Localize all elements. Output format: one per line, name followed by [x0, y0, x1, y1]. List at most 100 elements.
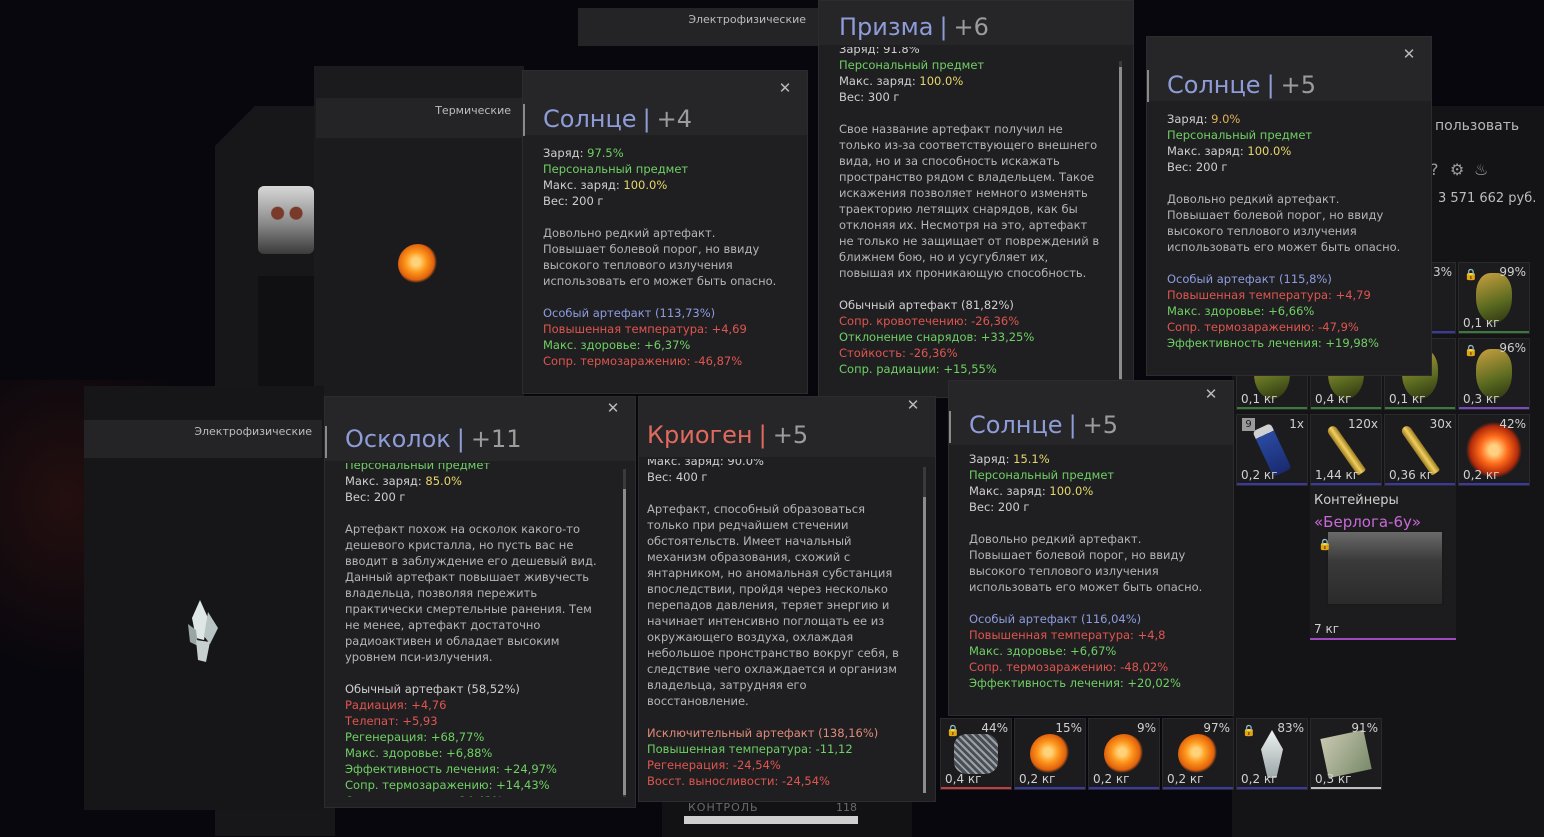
- inventory-cell[interactable]: 🔒 44% 0,4 кг: [940, 718, 1012, 790]
- item-durability: 96%: [1499, 341, 1526, 355]
- inventory-cell[interactable]: 🔒 96% 0,3 кг: [1458, 338, 1530, 410]
- character-avatar: [258, 186, 314, 254]
- close-icon[interactable]: ✕: [1401, 46, 1417, 62]
- stat-line: Эффективность лечения: +19,98%: [1167, 336, 1379, 350]
- stats-list: Повышенная температура: +4,79 Макс. здоро…: [1167, 287, 1409, 351]
- tooltip-body: Заряд: 15.1% Персональный предмет Макс. …: [969, 451, 1211, 707]
- charge-value: 97.5%: [587, 146, 624, 160]
- stat-line: Повышенная температура: +4,79: [1167, 288, 1371, 302]
- stat-line: Макс. здоровье: +6,88%: [345, 746, 493, 760]
- inventory-cell[interactable]: 30x 0,36 кг: [1384, 414, 1456, 486]
- stat-line: Макс. здоровье: +6,67%: [969, 644, 1117, 658]
- scrollbar[interactable]: [1119, 61, 1122, 385]
- scrollbar[interactable]: [923, 467, 926, 793]
- stat-line: Сопр. термозаражению: +14,43%: [345, 778, 550, 792]
- scrollbar-thumb[interactable]: [623, 489, 626, 795]
- inventory-cell[interactable]: 120x 1,44 кг: [1310, 414, 1382, 486]
- category-label: Электрофизические: [194, 425, 312, 438]
- sun-artifact-icon: [1030, 734, 1070, 774]
- scrollbar-thumb[interactable]: [923, 497, 926, 793]
- personal-item: Персональный предмет: [543, 162, 689, 176]
- rarity-underline: [1385, 407, 1455, 409]
- rarity-underline: [1311, 787, 1381, 789]
- max-charge-value: 100.0%: [623, 178, 668, 192]
- personal-item: Персональный предмет: [839, 58, 985, 72]
- item-durability: 91%: [1351, 721, 1378, 735]
- item-level: +5: [1082, 411, 1119, 439]
- inventory-cell[interactable]: 42% 0,2 кг: [1458, 414, 1530, 486]
- item-durability: 99%: [1499, 265, 1526, 279]
- scrollbar[interactable]: [623, 469, 626, 797]
- item-weight: 0,2 кг: [1463, 468, 1500, 482]
- rarity-underline: [1459, 483, 1529, 485]
- item-durability: 1x: [1289, 417, 1304, 431]
- rarity-underline: [1163, 787, 1233, 789]
- stat-line: Сопр. термозаражению: -46,87%: [543, 354, 743, 368]
- tooltip-shard: ✕ Осколок | +11 Персональный предмет Макс.…: [324, 396, 636, 808]
- weight: Вес: 200 г: [969, 500, 1030, 514]
- description: Свое название артефакт получил не только…: [839, 122, 1100, 280]
- inventory-cell[interactable]: 15% 0,2 кг: [1014, 718, 1086, 790]
- item-durability: 9%: [1136, 721, 1156, 735]
- max-charge-value: 85.0%: [425, 474, 462, 488]
- item-level: +4: [656, 105, 693, 133]
- item-title: Призма | +6: [839, 13, 989, 41]
- tooltip-body: Заряд: 97.5% Персональный предмет Макс. …: [543, 145, 785, 385]
- inventory-cell[interactable]: 97% 0,2 кг: [1162, 718, 1234, 790]
- rarity-underline: [1237, 483, 1307, 485]
- close-icon[interactable]: ✕: [905, 397, 921, 413]
- inventory-cell[interactable]: 🔒 99% 0,1 кг: [1458, 262, 1530, 334]
- item-durability: 120x: [1347, 417, 1378, 431]
- item-name: Криоген: [647, 421, 753, 449]
- item-weight: 0,4 кг: [1315, 392, 1352, 406]
- lock-icon: 🔒: [1242, 724, 1256, 737]
- item-name: Призма: [839, 13, 934, 41]
- charge: Заряд: 15.1%: [969, 451, 1211, 467]
- max-charge: Макс. заряд: 100.0%: [1167, 143, 1409, 159]
- item-durability: 3%: [1432, 265, 1452, 279]
- close-icon[interactable]: ✕: [1203, 386, 1219, 402]
- item-level: +11: [470, 425, 522, 453]
- chest-icon: [1326, 530, 1444, 606]
- lock-icon: 🔒: [1464, 268, 1478, 281]
- stat-line: Макс. здоровье: +6,37%: [543, 338, 691, 352]
- sun-artifact-icon: [1104, 734, 1144, 774]
- tooltip-body: Заряд: 91.8% Персональный предмет Макс. …: [839, 47, 1111, 387]
- sun-artifact-icon: [1178, 734, 1218, 774]
- inventory-cell[interactable]: 9 1x 0,2 кг: [1236, 414, 1308, 486]
- rarity: Обычный артефакт (58,52%): [345, 682, 520, 696]
- rarity-underline: [1311, 407, 1381, 409]
- containers-title: Контейнеры: [1314, 493, 1399, 508]
- rarity-underline: [1089, 787, 1159, 789]
- item-durability: 97%: [1203, 721, 1230, 735]
- close-icon[interactable]: ✕: [605, 400, 621, 416]
- rarity-underline: [1311, 483, 1381, 485]
- item-durability: 30x: [1429, 417, 1452, 431]
- gear-icon[interactable]: ⚙: [1450, 160, 1466, 179]
- item-weight: 0,1 кг: [1389, 392, 1426, 406]
- net-artifact-icon: [954, 734, 998, 774]
- item-weight: 0,3 кг: [1463, 392, 1500, 406]
- help-icon[interactable]: ?: [1430, 160, 1446, 179]
- rarity-underline: [941, 787, 1011, 789]
- item-level: +6: [953, 13, 989, 41]
- scrollbar-thumb[interactable]: [1119, 67, 1122, 379]
- stats-list: Сопр. кровотечению: -26,36% Отклонение сн…: [839, 313, 1111, 377]
- stat-line: Повышенная температура: -11,12: [647, 742, 853, 756]
- inventory-cell[interactable]: 9% 0,2 кг: [1088, 718, 1160, 790]
- charge: Заряд: 97.5%: [543, 145, 785, 161]
- description: Довольно редкий артефакт. Повышает болев…: [543, 226, 777, 288]
- tooltip-sun-4: ✕ Солнце | +4 Заряд: 97.5% Персональный пр…: [522, 70, 808, 394]
- lock-icon: 🔒: [946, 724, 960, 737]
- description: Довольно редкий артефакт. Повышает болев…: [1167, 192, 1401, 254]
- inventory-cell[interactable]: 🔒 83% 0,2 кг: [1236, 718, 1308, 790]
- stat-line: Сопр. радиации: +14,43%: [345, 793, 613, 797]
- close-icon[interactable]: ✕: [777, 80, 793, 96]
- item-weight: 0,4 кг: [945, 772, 982, 786]
- stats-list: Повышенная температура: -11,12 Регенераци…: [647, 741, 913, 791]
- inventory-cell[interactable]: 91% 0,3 кг: [1310, 718, 1382, 790]
- flame-icon[interactable]: ♨: [1474, 160, 1490, 179]
- stats-list: Радиация: +4,76 Телепат: +5,93 Регенерация…: [345, 697, 613, 797]
- item-weight: 0,36 кг: [1389, 468, 1434, 482]
- rarity-underline: [1015, 787, 1085, 789]
